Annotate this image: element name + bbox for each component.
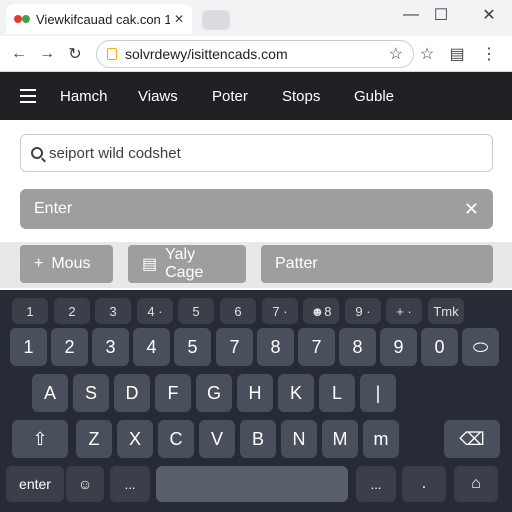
hint-key-3[interactable]: 3	[95, 298, 131, 324]
search-icon	[31, 147, 43, 159]
hint-key-5[interactable]: 5	[178, 298, 214, 324]
hint-key-10[interactable]: + ·	[386, 298, 422, 324]
minimize-button[interactable]: —	[398, 4, 424, 26]
suggestion-chip-2[interactable]: ▤ Yaly Cage	[128, 245, 246, 283]
symbols-key[interactable]: ...	[110, 466, 150, 502]
letter-key-x[interactable]: X	[117, 420, 153, 458]
cursor-key[interactable]: |	[360, 374, 396, 412]
chip-label: Patter	[275, 255, 318, 272]
menu-icon[interactable]: ⋮	[478, 43, 500, 65]
period-key[interactable]: .	[402, 466, 446, 502]
browser-tab[interactable]: Viewkifcauad cak.con 1 ✕	[6, 4, 192, 34]
letter-key-g[interactable]: G	[196, 374, 232, 412]
hint-key-6[interactable]: 6	[220, 298, 256, 324]
letter-key-d[interactable]: D	[114, 374, 150, 412]
number-key-5[interactable]: 5	[174, 328, 211, 366]
home-icon[interactable]: ⌂	[454, 466, 498, 502]
nav-item-4[interactable]: Stops	[282, 88, 320, 105]
hint-key-7[interactable]: 7 ·	[262, 298, 298, 324]
letter-key-n[interactable]: N	[281, 420, 317, 458]
emoji-key[interactable]: ☺	[66, 466, 104, 502]
site-navbar: Hamch Viaws Poter Stops Guble	[0, 72, 512, 120]
hint-key-4[interactable]: 4 ·	[137, 298, 173, 324]
hint-key-1[interactable]: 1	[12, 298, 48, 324]
number-key-10[interactable]: 9	[380, 328, 417, 366]
search-box[interactable]	[20, 134, 493, 172]
enter-key[interactable]: enter	[6, 466, 64, 502]
suggestion-chip-1[interactable]: + Mous	[20, 245, 113, 283]
plus-icon: +	[34, 255, 44, 272]
search-input[interactable]	[49, 144, 482, 162]
letter-key-f[interactable]: F	[155, 374, 191, 412]
backspace-icon[interactable]: ⌫	[444, 420, 500, 458]
extension-icon[interactable]: ☆	[416, 43, 438, 65]
enter-label: Enter	[34, 200, 73, 217]
number-key-2[interactable]: 2	[51, 328, 88, 366]
number-key-6[interactable]: 7	[216, 328, 253, 366]
hint-key-8[interactable]: ☻8	[303, 298, 339, 324]
document-icon: ▤	[142, 256, 158, 273]
nav-item-1[interactable]: Hamch	[60, 88, 108, 105]
backspace-pill-icon[interactable]: ⬭	[462, 328, 499, 366]
close-tab-icon[interactable]: ✕	[174, 12, 184, 26]
url-text: solvrdewy/isittencads.com	[125, 46, 288, 62]
chip-label: Mous	[51, 255, 91, 272]
tab-icon[interactable]: ▤	[446, 43, 468, 65]
maximize-button[interactable]: ☐	[428, 4, 454, 26]
url-bar[interactable]: solvrdewy/isittencads.com ☆	[96, 40, 414, 68]
nav-item-3[interactable]: Poter	[212, 88, 248, 105]
forward-icon[interactable]: →	[36, 43, 58, 65]
hamburger-icon[interactable]	[20, 89, 36, 103]
star-icon[interactable]: ☆	[389, 44, 403, 64]
back-icon[interactable]: ←	[8, 43, 30, 65]
letter-key-c[interactable]: C	[158, 420, 194, 458]
hint-key-2[interactable]: 2	[54, 298, 90, 324]
number-key-3[interactable]: 3	[92, 328, 129, 366]
reload-icon[interactable]: ↻	[64, 43, 86, 65]
letter-key-h[interactable]: H	[237, 374, 273, 412]
letter-key-k[interactable]: K	[278, 374, 314, 412]
letter-key-s[interactable]: S	[73, 374, 109, 412]
number-key-1[interactable]: 1	[10, 328, 47, 366]
letter-key-b[interactable]: B	[240, 420, 276, 458]
number-key-4[interactable]: 4	[133, 328, 170, 366]
letter-key-a[interactable]: A	[32, 374, 68, 412]
number-key-8[interactable]: 7	[298, 328, 335, 366]
enter-bar[interactable]: Enter ✕	[20, 189, 493, 229]
more-symbols-key[interactable]: ...	[356, 466, 396, 502]
space-key[interactable]	[156, 466, 348, 502]
hint-key-9[interactable]: 9 ·	[345, 298, 381, 324]
nav-item-2[interactable]: Viaws	[138, 88, 178, 105]
number-key-11[interactable]: 0	[421, 328, 458, 366]
tab-strip: Viewkifcauad cak.con 1 ✕ — ☐ ✕	[0, 0, 512, 36]
new-tab-button[interactable]	[202, 10, 230, 30]
hint-key-11[interactable]: Tmk	[428, 298, 464, 324]
number-key-7[interactable]: 8	[257, 328, 294, 366]
suggestion-chip-3[interactable]: Patter	[261, 245, 493, 283]
letter-key-m2[interactable]: m	[363, 420, 399, 458]
address-toolbar: ← → ↻ solvrdewy/isittencads.com ☆ ☆ ▤ ⋮	[0, 36, 512, 72]
chip-label: Yaly Cage	[165, 246, 204, 281]
lock-icon	[107, 48, 117, 60]
close-icon[interactable]: ✕	[464, 199, 479, 220]
letter-key-l[interactable]: L	[319, 374, 355, 412]
on-screen-keyboard: 1234 · 5 6 7 · ☻8 9 · + · Tmk 1 2 3 4 5 7 8 7 8 9 0 ⬭ ASDF…	[0, 290, 512, 512]
shift-icon[interactable]: ⇧	[12, 420, 68, 458]
tab-title: Viewkifcauad cak.con 1	[36, 11, 170, 27]
nav-item-5[interactable]: Guble	[354, 88, 394, 105]
letter-key-v[interactable]: V	[199, 420, 235, 458]
suggestion-strip: + Mous ▤ Yaly Cage Patter	[0, 242, 512, 288]
letter-key-m[interactable]: M	[322, 420, 358, 458]
number-key-9[interactable]: 8	[339, 328, 376, 366]
close-window-button[interactable]: ✕	[476, 4, 502, 26]
favicon-icon	[14, 13, 30, 25]
letter-key-z[interactable]: Z	[76, 420, 112, 458]
